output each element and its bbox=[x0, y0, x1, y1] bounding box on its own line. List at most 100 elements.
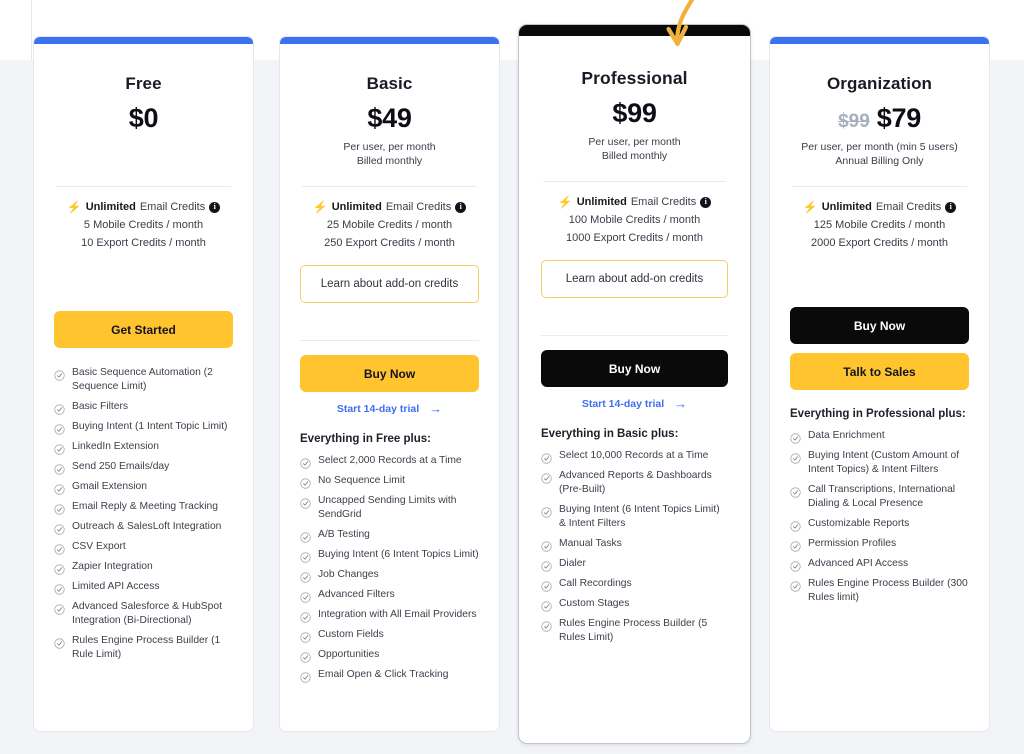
feature-label: Permission Profiles bbox=[808, 538, 897, 549]
feature-label: Gmail Extension bbox=[72, 481, 147, 492]
cta-group: Buy Now bbox=[300, 355, 479, 392]
feature-label: CSV Export bbox=[72, 541, 126, 552]
credits-divider bbox=[792, 186, 967, 187]
feature-item: Advanced Salesforce & HubSpot Integratio… bbox=[54, 600, 233, 628]
bolt-icon: ⚡ bbox=[312, 200, 328, 214]
check-circle-icon bbox=[300, 630, 311, 643]
cta-spacer bbox=[54, 249, 233, 311]
check-circle-icon bbox=[54, 562, 65, 575]
info-icon[interactable]: i bbox=[700, 196, 712, 208]
credit-line: 25 Mobile Credits / month bbox=[326, 219, 453, 231]
start-trial-label: Start 14-day trial bbox=[581, 397, 665, 410]
check-circle-icon bbox=[54, 636, 65, 649]
unlimited-credits-line: ⚡ Unlimited Email Credits i bbox=[541, 196, 728, 208]
check-circle-icon bbox=[300, 570, 311, 583]
info-icon[interactable]: i bbox=[455, 201, 467, 213]
feature-item: Advanced Filters bbox=[300, 588, 479, 603]
check-circle-icon bbox=[54, 602, 65, 615]
check-circle-icon bbox=[541, 451, 552, 464]
feature-item: Buying Intent (1 Intent Topic Limit) bbox=[54, 420, 233, 435]
feature-item: Data Enrichment bbox=[790, 429, 969, 444]
cta-button-buy-now[interactable]: Buy Now bbox=[300, 355, 479, 392]
billing-line: Per user, per month bbox=[588, 136, 681, 148]
price-current: $99 bbox=[612, 98, 657, 128]
start-trial-link[interactable]: Start 14-day trial → bbox=[541, 397, 728, 410]
cta-divider bbox=[300, 340, 479, 341]
feature-item: Permission Profiles bbox=[790, 537, 969, 552]
check-circle-icon bbox=[54, 502, 65, 515]
feature-item: Custom Fields bbox=[300, 628, 479, 643]
start-trial-label: Start 14-day trial bbox=[336, 402, 420, 415]
unlimited-label: Unlimited bbox=[576, 196, 627, 208]
feature-label: Advanced Reports & Dashboards (Pre-Built… bbox=[559, 470, 712, 495]
check-circle-icon bbox=[54, 442, 65, 455]
cta-button-buy-now[interactable]: Buy Now bbox=[541, 350, 728, 387]
price-row: $99 bbox=[541, 98, 728, 129]
features-title: Everything in Professional plus: bbox=[790, 408, 966, 420]
check-circle-icon bbox=[541, 471, 552, 484]
feature-label: Zapier Integration bbox=[72, 561, 153, 572]
check-circle-icon bbox=[54, 462, 65, 475]
cta-divider bbox=[541, 335, 728, 336]
feature-item: Buying Intent (6 Intent Topics Limit) & … bbox=[541, 503, 728, 531]
credit-line: 5 Mobile Credits / month bbox=[83, 219, 204, 231]
price-current: $49 bbox=[367, 103, 412, 133]
feature-label: Limited API Access bbox=[72, 581, 160, 592]
check-circle-icon bbox=[541, 619, 552, 632]
cta-group: Buy Now Talk to Sales bbox=[790, 307, 969, 390]
feature-item: Customizable Reports bbox=[790, 517, 969, 532]
features-list: Everything in Professional plus: Data Enr… bbox=[790, 408, 969, 605]
card-top-bar bbox=[34, 37, 253, 44]
feature-label: Call Transcriptions, International Diali… bbox=[808, 484, 956, 509]
cta-button-get-started[interactable]: Get Started bbox=[54, 311, 233, 348]
info-icon[interactable]: i bbox=[945, 201, 957, 213]
feature-item: Email Open & Click Tracking bbox=[300, 668, 479, 683]
feature-item: Job Changes bbox=[300, 568, 479, 583]
pricing-card-free: Free $0 ⚡ Unlimited Email Credits i 5 Mobile C… bbox=[33, 36, 254, 732]
check-circle-icon bbox=[541, 539, 552, 552]
info-icon[interactable]: i bbox=[209, 201, 221, 213]
feature-item: Rules Engine Process Builder (1 Rule Lim… bbox=[54, 634, 233, 662]
check-circle-icon bbox=[300, 476, 311, 489]
unlimited-label: Unlimited bbox=[331, 201, 382, 213]
feature-label: LinkedIn Extension bbox=[72, 441, 160, 452]
feature-item: Advanced Reports & Dashboards (Pre-Built… bbox=[541, 469, 728, 497]
card-body: Basic $49 Per user, per month Billed monthl… bbox=[280, 74, 499, 683]
feature-label: Send 250 Emails/day bbox=[72, 461, 170, 472]
pricing-card-basic: Basic $49 Per user, per month Billed monthl… bbox=[279, 36, 500, 732]
feature-item: Opportunities bbox=[300, 648, 479, 663]
start-trial-link[interactable]: Start 14-day trial → bbox=[300, 402, 479, 415]
feature-item: No Sequence Limit bbox=[300, 474, 479, 489]
learn-addon-credits-button[interactable]: Learn about add-on credits bbox=[541, 260, 728, 298]
feature-label: Custom Stages bbox=[559, 598, 630, 609]
check-circle-icon bbox=[300, 550, 311, 563]
feature-label: Email Open & Click Tracking bbox=[318, 669, 449, 680]
email-credits-label: Email Credits bbox=[630, 196, 697, 208]
feature-item: LinkedIn Extension bbox=[54, 440, 233, 455]
feature-item: Basic Filters bbox=[54, 400, 233, 415]
check-circle-icon bbox=[300, 610, 311, 623]
check-circle-icon bbox=[541, 599, 552, 612]
check-circle-icon bbox=[300, 650, 311, 663]
feature-item: Gmail Extension bbox=[54, 480, 233, 495]
feature-item: Email Reply & Meeting Tracking bbox=[54, 500, 233, 515]
billing-line: Annual Billing Only bbox=[835, 154, 924, 167]
feature-label: Buying Intent (6 Intent Topics Limit) bbox=[318, 549, 479, 560]
feature-label: Rules Engine Process Builder (300 Rules … bbox=[808, 578, 968, 603]
feature-label: Rules Engine Process Builder (5 Rules Li… bbox=[559, 618, 708, 643]
cta-button-buy-now[interactable]: Buy Now bbox=[790, 307, 969, 344]
check-circle-icon bbox=[541, 559, 552, 572]
check-circle-icon bbox=[541, 579, 552, 592]
learn-addon-credits-button[interactable]: Learn about add-on credits bbox=[300, 265, 479, 303]
feature-label: Job Changes bbox=[318, 569, 379, 580]
check-circle-icon bbox=[541, 505, 552, 518]
feature-item: Custom Stages bbox=[541, 597, 728, 612]
price-row: $99 $79 bbox=[790, 103, 969, 134]
pricing-plans-container: Free $0 ⚡ Unlimited Email Credits i 5 Mobile C… bbox=[0, 0, 1024, 754]
features-title: Everything in Basic plus: bbox=[541, 428, 679, 440]
feature-label: Customizable Reports bbox=[808, 518, 910, 529]
credits-divider bbox=[56, 186, 231, 187]
features-list: Everything in Basic plus: Select 10,000 R… bbox=[541, 428, 728, 645]
cta-button-talk-to-sales[interactable]: Talk to Sales bbox=[790, 353, 969, 390]
arrow-right-icon: → bbox=[674, 396, 688, 411]
